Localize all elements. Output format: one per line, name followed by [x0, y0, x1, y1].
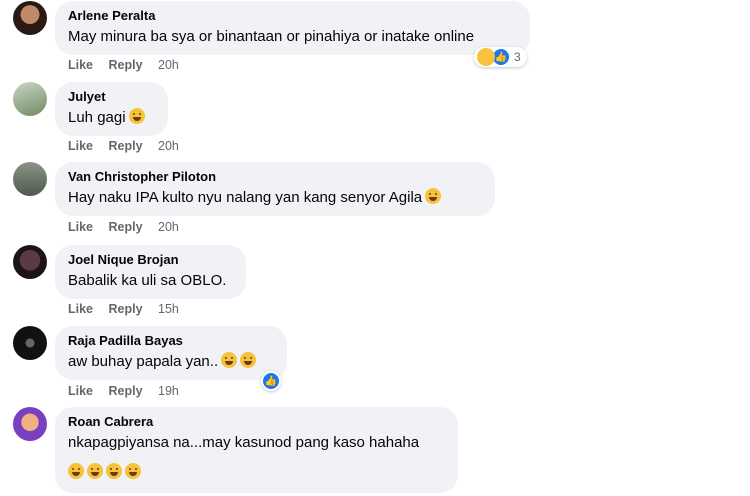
comment-actions: Like Reply 20h: [68, 220, 191, 234]
comment-time[interactable]: 20h: [158, 220, 179, 234]
comment-actions: Like Reply 19h: [68, 384, 191, 398]
reply-link[interactable]: Reply: [109, 220, 143, 234]
comment-bubble: Van Christopher Piloton Hay naku IPA kul…: [55, 162, 495, 216]
comment-author[interactable]: Arlene Peralta: [68, 8, 517, 24]
comment-bubble: Julyet Luh gagi: [55, 82, 168, 136]
avatar[interactable]: [13, 82, 47, 116]
avatar[interactable]: [13, 245, 47, 279]
comment-actions: Like Reply 20h: [68, 139, 191, 153]
comment-bubble: Raja Padilla Bayas aw buhay papala yan..: [55, 326, 287, 380]
comment-text: Babalik ka uli sa OBLO.: [68, 272, 227, 289]
avatar[interactable]: [13, 407, 47, 441]
rofl-emoji-icon: [221, 352, 238, 368]
rofl-emoji-icon: [125, 463, 141, 479]
comment-bubble: Roan Cabrera nkapagpiyansa na...may kasu…: [55, 407, 458, 493]
comment-time[interactable]: 19h: [158, 384, 179, 398]
grinning-emoji-icon: [128, 108, 145, 124]
comment-author[interactable]: Julyet: [68, 89, 155, 105]
like-link[interactable]: Like: [68, 302, 93, 316]
avatar[interactable]: [13, 1, 47, 35]
avatar[interactable]: [13, 162, 47, 196]
like-link[interactable]: Like: [68, 139, 93, 153]
avatar[interactable]: [13, 326, 47, 360]
comment-text: Luh gagi: [68, 108, 155, 128]
rofl-emoji-icon: [87, 463, 103, 479]
laughing-emoji-icon: [425, 188, 442, 204]
like-link[interactable]: Like: [68, 220, 93, 234]
comment-text: nkapagpiyansa na...may kasunod pang kaso…: [68, 434, 420, 451]
comment-author[interactable]: Van Christopher Piloton: [68, 169, 482, 185]
comment-bubble: Joel Nique Brojan Babalik ka uli sa OBLO…: [55, 245, 246, 299]
rofl-emoji-icon: [106, 463, 122, 479]
comment-text: Hay naku IPA kulto nyu nalang yan kang s…: [68, 188, 482, 208]
reply-link[interactable]: Reply: [109, 302, 143, 316]
reaction-summary[interactable]: 👍 3: [474, 47, 527, 67]
reaction-count: 3: [514, 50, 521, 64]
comment-text: aw buhay papala yan..: [68, 352, 274, 372]
like-link[interactable]: Like: [68, 384, 93, 398]
comment-author[interactable]: Raja Padilla Bayas: [68, 333, 274, 349]
emoji-row: [68, 463, 445, 483]
comment-time[interactable]: 20h: [158, 58, 179, 72]
comment-author[interactable]: Joel Nique Brojan: [68, 252, 233, 268]
rofl-emoji-icon: [240, 352, 257, 368]
comment-time[interactable]: 20h: [158, 139, 179, 153]
reply-link[interactable]: Reply: [109, 384, 143, 398]
haha-reaction-icon: [477, 48, 495, 66]
comment-actions: Like Reply 20h: [68, 58, 191, 72]
like-reaction-icon: 👍: [262, 372, 280, 390]
reply-link[interactable]: Reply: [109, 58, 143, 72]
reply-link[interactable]: Reply: [109, 139, 143, 153]
comment-bubble: Arlene Peralta May minura ba sya or bina…: [55, 1, 530, 55]
comment-time[interactable]: 15h: [158, 302, 179, 316]
like-link[interactable]: Like: [68, 58, 93, 72]
comment-actions: Like Reply 15h: [68, 302, 191, 316]
rofl-emoji-icon: [68, 463, 84, 479]
comment-text: May minura ba sya or binantaan or pinahi…: [68, 28, 475, 45]
reaction-summary[interactable]: 👍: [261, 371, 281, 391]
comment-author[interactable]: Roan Cabrera: [68, 414, 445, 430]
